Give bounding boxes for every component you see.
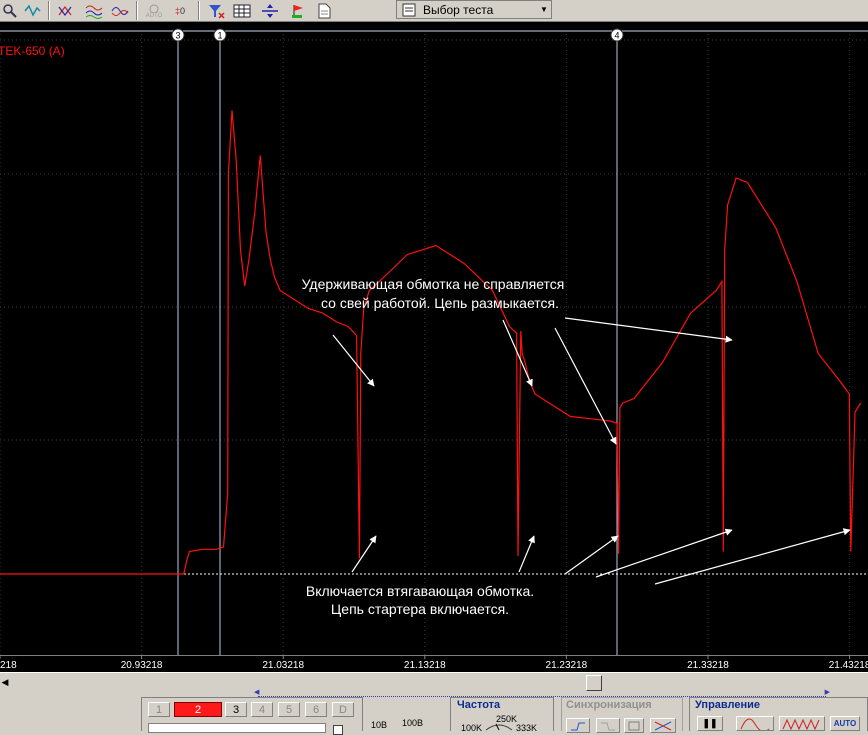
range-right-icon: ▶ [824,689,830,696]
arrow-bottom-3 [564,535,619,575]
level-marker-icon[interactable] [260,1,280,20]
wave-multi-icon[interactable] [84,1,104,20]
channel-label: TEK-650 (A) [0,44,65,58]
time-axis-ticks: 218 20.93218 21.03218 21.13218 21.23218 21.33… [0,656,868,671]
annotation-bottom-line-1: Включается втягавающая обмотка. [306,583,534,599]
auto-control-button[interactable]: AUTO [830,716,860,731]
arrow-top-1 [332,334,375,387]
zero-offset-button[interactable]: ‡ 0 [170,1,190,20]
axis-tick-label: 21.13218 [404,660,446,671]
annotation-top-line-2: со свей работой. Цепь размыкается. [321,295,559,311]
oscilloscope-display[interactable]: 3 1 4 TEK-650 (A) Удерживающая обмотка не … [0,22,868,655]
grid [0,34,868,655]
axis-tick-label: 218 [0,660,17,671]
annotation-bottom-line-2: Цепь стартера включается. [331,601,509,617]
signal-settings-icon[interactable] [22,1,42,20]
test-select-label: Выбор теста [423,2,494,17]
control-title: Управление [695,699,761,711]
auto-scale-button[interactable]: AUTO [144,1,164,20]
test-select-dropdown[interactable]: Выбор теста ▼ [396,0,552,19]
toolbar-separator [136,1,138,20]
channel-d-button[interactable]: D [332,702,354,717]
zoom-icon[interactable] [0,1,20,20]
control-panel: 1 2 3 4 5 6 D 10В 100В Частота 250K 100K… [0,697,868,735]
chevron-down-icon: ▼ [540,5,548,14]
toolbar: AUTO ‡ 0 Выбор теста ▼ [0,0,868,22]
flag-marker-icon[interactable] [288,1,308,20]
document-icon[interactable] [314,1,334,20]
current-trace [0,110,862,575]
visible-range-indicator: ◀ ▶ [254,689,830,697]
axis-tick-label: 21.33218 [687,660,729,671]
horizontal-scrollbar[interactable]: ◀ [0,672,868,691]
marker-label-4: 4 [614,31,619,41]
arrow-top-2 [502,319,533,387]
test-list-icon [402,3,416,17]
range-100v-label: 100В [402,718,424,728]
continuous-sweep-button[interactable] [779,716,825,731]
toolbar-separator [198,1,200,20]
channel-4-button[interactable]: 4 [251,702,273,717]
wave-overlay-icon[interactable] [110,1,130,20]
pause-icon: ❚❚ [702,718,718,728]
channel-5-button[interactable]: 5 [278,702,300,717]
range-left-icon: ◀ [254,689,260,696]
time-axis: 218 20.93218 21.03218 21.13218 21.23218 21.33… [0,655,868,673]
scroll-left-arrow-icon[interactable]: ◀ [0,674,10,690]
freq-333k-label: 333K [516,723,538,733]
continuous-wave-icon [782,718,820,730]
annotation-top-line-1: Удерживающая обмотка не справляется [302,276,565,292]
channel-name-field[interactable] [148,723,326,733]
sync-title: Синхронизация [566,699,652,711]
channel-6-button[interactable]: 6 [305,702,327,717]
axis-tick-label: 21.03218 [262,660,304,671]
toolbar-separator [48,1,50,20]
table-icon[interactable] [232,1,252,20]
axis-tick-label: 20.93218 [121,660,163,671]
channel-2-button[interactable]: 2 [174,702,222,717]
channel-checkbox[interactable] [333,725,343,735]
axis-tick-label: 21.43218 [829,660,868,671]
cursor-cross-icon[interactable] [56,1,76,20]
marker-label-1: 1 [217,31,222,41]
range-10v-label: 10В [371,720,388,730]
freq-100k-label: 100K [461,723,483,733]
arrow-bottom-1 [351,535,377,573]
marker-label-3: 3 [175,31,180,41]
frequency-title: Частота [457,699,501,711]
axis-tick-label: 21.23218 [546,660,588,671]
single-sweep-button[interactable] [736,716,774,731]
arrow-top-3 [554,327,617,445]
annotation-arrows [332,317,851,585]
channel-1-button[interactable]: 1 [148,702,170,717]
channel-3-button[interactable]: 3 [225,702,247,717]
time-markers: 3 1 4 [171,28,624,655]
single-wave-icon [740,718,770,730]
arrow-bottom-2 [518,535,535,573]
arrow-top-4 [564,317,733,343]
frequency-knob-icon[interactable] [484,722,514,731]
arrow-bottom-5 [654,528,851,585]
filter-icon[interactable] [206,1,226,20]
waveform-chart: 3 1 4 TEK-650 (A) Удерживающая обмотка не … [0,28,868,655]
pause-button[interactable]: ❚❚ [697,716,723,731]
scroll-thumb[interactable] [586,675,602,691]
